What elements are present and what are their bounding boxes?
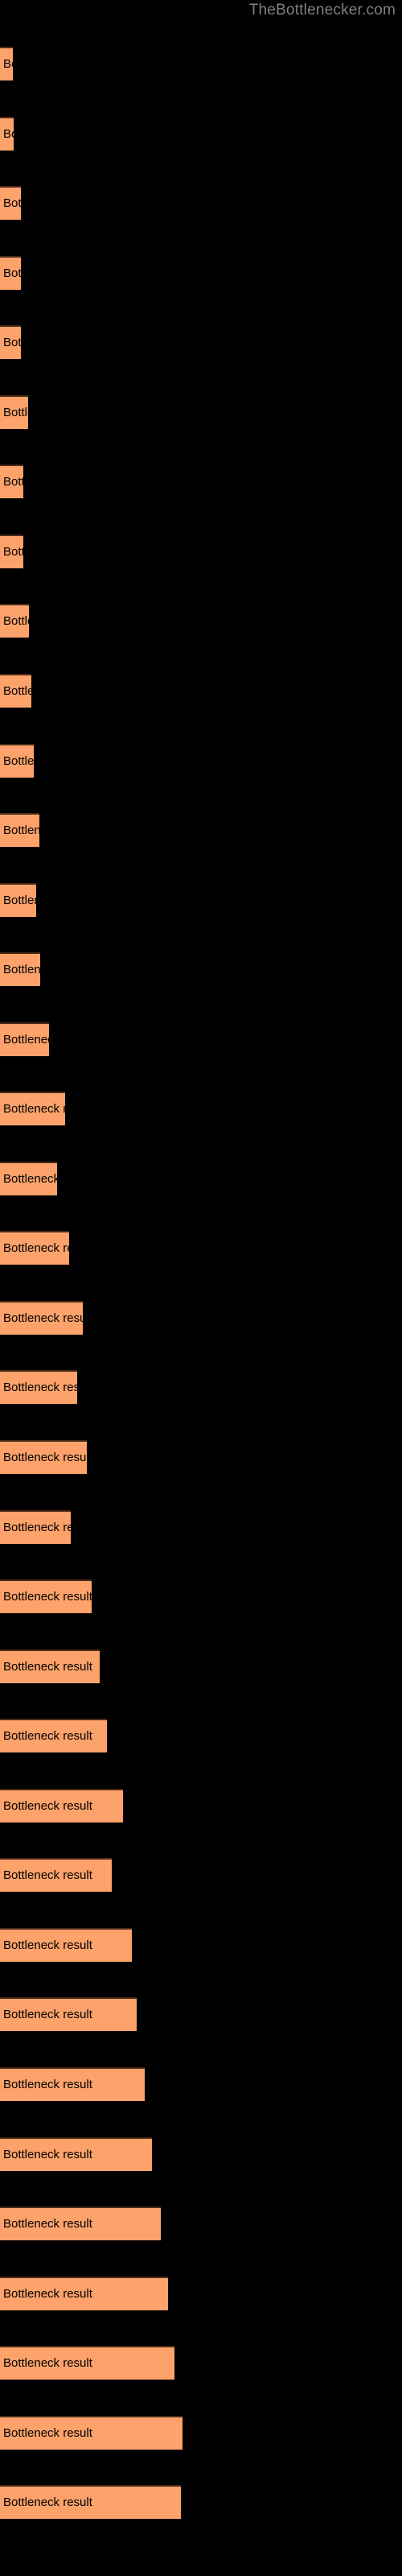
bar-label: Bottleneck result (3, 2147, 92, 2161)
bar: Bottleneck result (0, 1997, 137, 2032)
bar-label: Bottleneck result (3, 2008, 92, 2022)
bar-label: Bottleneck result (3, 1729, 92, 1744)
bar: Bottleneck result (0, 1370, 77, 1405)
bar: Bottleneck result (0, 325, 21, 360)
bar-label: Bottleneck result (3, 2356, 92, 2371)
bar: Bottleneck result (0, 47, 13, 80)
bar: Bottleneck result (0, 743, 34, 778)
bar: Bottleneck result (0, 2346, 174, 2380)
bar-label: Bottleneck result (3, 544, 23, 559)
bar: Bottleneck result (0, 1858, 112, 1893)
bar: Bottleneck result (0, 1231, 69, 1265)
bar-label: Bottleneck result (3, 57, 13, 71)
bar: Bottleneck result (0, 882, 36, 917)
bar-label: Bottleneck result (3, 963, 40, 977)
bar: Bottleneck result (0, 952, 40, 987)
bar-label: Bottleneck result (3, 126, 14, 141)
bar-label: Bottleneck result (3, 1798, 92, 1813)
bar-label: Bottleneck result (3, 1102, 65, 1117)
bar: Bottleneck result (0, 1440, 87, 1474)
bar: Bottleneck result (0, 186, 21, 221)
bar-label: Bottleneck result (3, 475, 23, 489)
bar: Bottleneck result (0, 673, 31, 708)
bar: Bottleneck result (0, 2207, 161, 2241)
bar: Bottleneck result (0, 1509, 71, 1544)
bar: Bottleneck result (0, 2276, 168, 2310)
bar-label: Bottleneck result (3, 1938, 92, 1952)
bar-label: Bottleneck result (3, 683, 31, 698)
bar: Bottleneck result (0, 1649, 100, 1683)
bar-label: Bottleneck result (3, 824, 39, 838)
bar: Bottleneck result (0, 1300, 83, 1335)
bottleneck-bar-chart: TheBottlenecker.com Bottleneck resultBot… (0, 0, 402, 2576)
bars-layer: Bottleneck result Bottleneck result Bottle… (0, 0, 402, 2576)
bar-label: Bottleneck result (3, 266, 21, 280)
bar: Bottleneck result (0, 1161, 57, 1195)
bar-label: Bottleneck result (3, 1381, 77, 1395)
bar: Bottleneck result (0, 464, 23, 499)
bar: Bottleneck result (0, 534, 23, 568)
bar-label: Bottleneck result (3, 2496, 92, 2510)
bar: Bottleneck result (0, 2485, 181, 2520)
bar: Bottleneck result (0, 255, 21, 290)
bar-label: Bottleneck result (3, 336, 21, 350)
bar-label: Bottleneck result (3, 1451, 87, 1464)
bar-label: Bottleneck result (3, 2217, 92, 2231)
bar: Bottleneck result (0, 1788, 123, 1823)
bar: Bottleneck result (0, 604, 29, 638)
bar-label: Bottleneck result (3, 1032, 49, 1046)
bar-label: Bottleneck result (3, 753, 34, 768)
bar: Bottleneck result (0, 394, 28, 429)
bar-label: Bottleneck result (3, 1311, 83, 1325)
bar-label: Bottleneck result (3, 1868, 92, 1883)
bar: Bottleneck result (0, 1579, 92, 1614)
bar: Bottleneck result (0, 2136, 152, 2171)
bar-label: Bottleneck result (3, 1241, 69, 1256)
bar-label: Bottleneck result (3, 614, 29, 629)
bar: Bottleneck result (0, 2066, 145, 2101)
bar: Bottleneck result (0, 1092, 65, 1126)
bar: Bottleneck result (0, 1022, 49, 1056)
bar: Bottleneck result (0, 813, 39, 848)
bar: Bottleneck result (0, 116, 14, 151)
bar-label: Bottleneck result (3, 1171, 57, 1186)
bar-label: Bottleneck result (3, 893, 36, 907)
bar-label: Bottleneck result (3, 405, 28, 419)
bar-label: Bottleneck result (3, 2425, 92, 2440)
bar: Bottleneck result (0, 1719, 107, 1753)
bar-label: Bottleneck result (3, 2077, 92, 2091)
bar-label: Bottleneck result (3, 1659, 92, 1674)
bar-label: Bottleneck result (3, 1520, 71, 1534)
bar-label: Bottleneck result (3, 196, 21, 211)
bar-label: Bottleneck result (3, 1590, 92, 1604)
bar: Bottleneck result (0, 2415, 183, 2450)
bar: Bottleneck result (0, 1927, 132, 1962)
bar-label: Bottleneck result (3, 2286, 92, 2301)
